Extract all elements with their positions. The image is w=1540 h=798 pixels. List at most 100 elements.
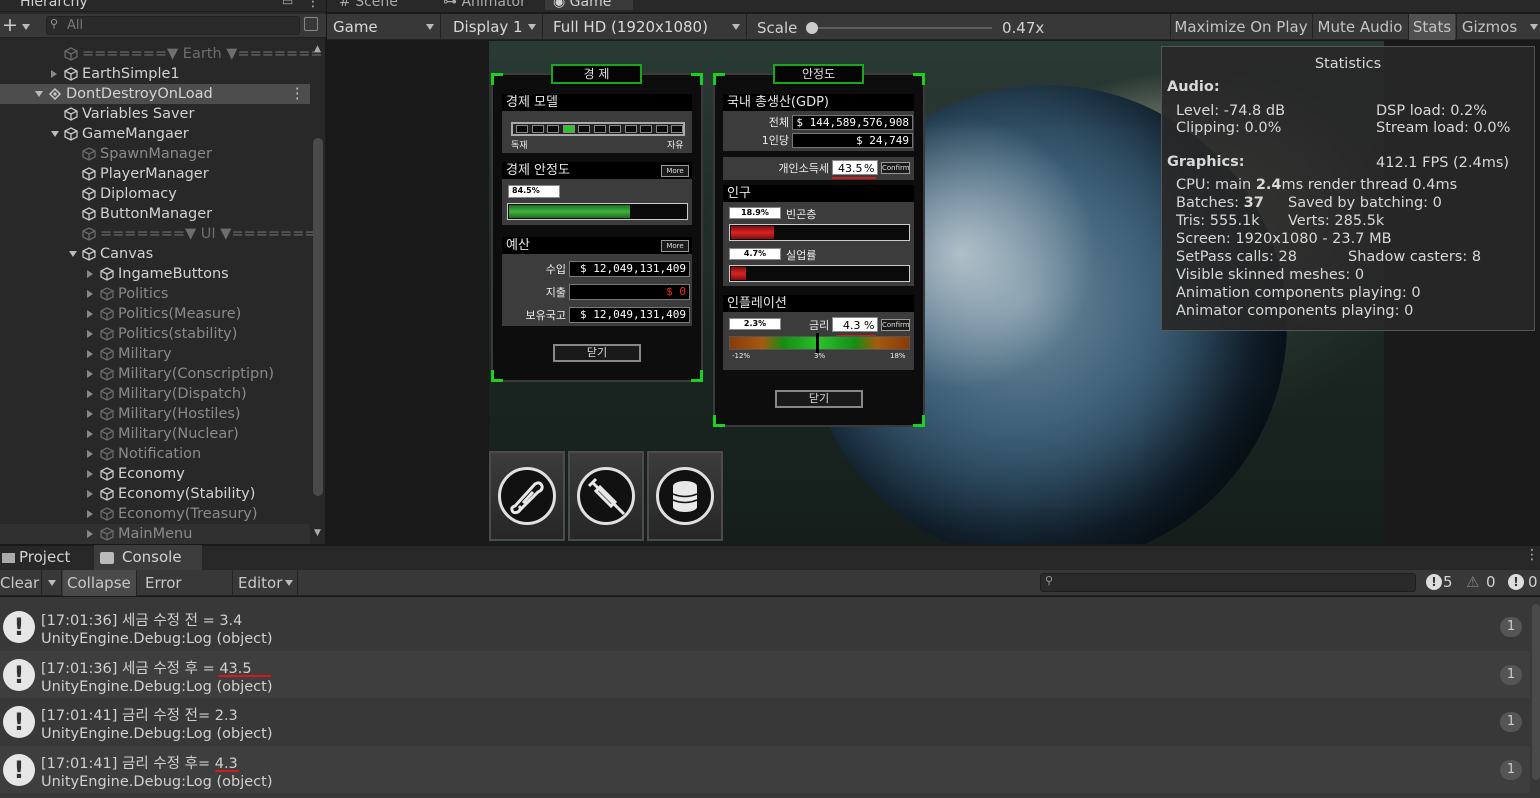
lock-icon[interactable]: ▭	[282, 0, 293, 8]
interest-confirm-button[interactable]: Confirm	[881, 319, 910, 331]
mute-audio-button[interactable]: Mute Audio	[1312, 14, 1407, 40]
model-slot[interactable]	[671, 125, 683, 133]
hierarchy-item[interactable]: Economy(Stability)	[0, 484, 310, 504]
hierarchy-item[interactable]: Politics(stability)	[0, 324, 310, 344]
expand-arrow-icon[interactable]	[87, 390, 93, 398]
model-slot[interactable]	[547, 125, 559, 133]
model-slot[interactable]	[593, 125, 606, 133]
hierarchy-item[interactable]: Variables Saver	[0, 104, 310, 124]
console-scrollbar[interactable]	[1532, 604, 1540, 780]
model-slot[interactable]	[516, 125, 528, 133]
expand-arrow-icon[interactable]	[87, 470, 93, 478]
hierarchy-item[interactable]: Military(Dispatch)	[0, 384, 310, 404]
stability-more-button[interactable]: More	[661, 165, 689, 177]
hierarchy-scrollbar[interactable]	[313, 138, 323, 496]
stats-button[interactable]: Stats	[1408, 14, 1455, 40]
display-select[interactable]: Display 1	[447, 14, 543, 40]
model-slot[interactable]	[531, 125, 544, 133]
hierarchy-search-input[interactable]: All	[46, 16, 300, 35]
animator-tab[interactable]: ⊶ Animator	[443, 0, 526, 10]
hierarchy-item[interactable]: Canvas	[0, 244, 310, 264]
item-menu-icon[interactable]: ⋮	[290, 84, 305, 104]
scale-slider-track[interactable]	[810, 27, 992, 29]
hierarchy-item[interactable]: Notification	[0, 444, 310, 464]
expand-arrow-icon[interactable]	[87, 370, 93, 378]
clear-button[interactable]: Clear	[0, 570, 42, 596]
hierarchy-item[interactable]: =======▼ Earth ▼=======	[0, 44, 323, 64]
expand-arrow-icon[interactable]	[87, 410, 93, 418]
hierarchy-item[interactable]: Economy	[0, 464, 310, 484]
interest-rate-input[interactable]: 4.3 %	[832, 317, 878, 332]
expand-arrow-icon[interactable]	[87, 270, 93, 278]
expand-arrow-icon[interactable]	[87, 290, 93, 298]
income-tax-confirm-button[interactable]: Confirm	[881, 162, 910, 174]
log-filter-toggle[interactable]: ! 5	[1424, 573, 1460, 593]
model-slot[interactable]	[640, 125, 652, 133]
console-menu-icon[interactable]: ⋮	[1525, 547, 1539, 563]
hierarchy-item[interactable]: Politics	[0, 284, 310, 304]
hierarchy-item[interactable]: Military(Conscriptipn)	[0, 364, 310, 384]
hierarchy-item[interactable]: MainMenu	[0, 524, 310, 544]
expand-arrow-icon[interactable]	[87, 530, 93, 538]
hierarchy-item[interactable]: Diplomacy	[0, 184, 310, 204]
politics-button[interactable]	[489, 451, 565, 541]
hierarchy-item[interactable]: Military(Hostiles)	[0, 404, 310, 424]
hierarchy-item[interactable]: SpawnManager	[0, 144, 310, 164]
expand-arrow-icon[interactable]	[87, 310, 93, 318]
hierarchy-item[interactable]: Military(Nuclear)	[0, 424, 310, 444]
model-slot[interactable]	[578, 125, 590, 133]
hierarchy-item[interactable]: DontDestroyOnLoad ⋮	[0, 84, 310, 104]
scene-tab[interactable]: # Scene	[339, 0, 398, 10]
scene-visibility-icon[interactable]	[304, 17, 318, 31]
hierarchy-item[interactable]: ButtonManager	[0, 204, 310, 224]
error-filter-toggle[interactable]: ! 0	[1506, 573, 1540, 593]
model-slot[interactable]	[655, 125, 668, 133]
hierarchy-item[interactable]: PlayerManager	[0, 164, 310, 184]
console-search-input[interactable]	[1040, 573, 1416, 592]
collapse-arrow-icon[interactable]	[69, 251, 77, 257]
stability-close-button[interactable]: 닫기	[775, 390, 863, 408]
hierarchy-item[interactable]: IngameButtons	[0, 264, 310, 284]
add-button[interactable]: +	[2, 14, 18, 36]
expand-arrow-icon[interactable]	[87, 510, 93, 518]
income-tax-input[interactable]: 43.5 %	[832, 160, 878, 175]
editor-dropdown[interactable]: Editor	[234, 570, 298, 596]
clear-dropdown[interactable]	[42, 570, 62, 596]
model-slot[interactable]	[562, 125, 575, 133]
scale-slider-thumb[interactable]	[806, 22, 818, 34]
hierarchy-item[interactable]: Military	[0, 344, 310, 364]
military-button[interactable]	[568, 451, 644, 541]
model-slot[interactable]	[624, 125, 637, 133]
error-pause-button[interactable]: Error Pause	[141, 570, 233, 618]
console-entry[interactable]: ! [17:01:36] 세금 수정 후 = 43.5 UnityEngine.De…	[0, 650, 1530, 698]
collapse-arrow-icon[interactable]	[35, 91, 43, 97]
hierarchy-item[interactable]: =======▼ UI ▼=======	[0, 224, 317, 244]
gizmos-dropdown-icon[interactable]	[1530, 24, 1538, 30]
game-tab[interactable]: ◉ Game	[545, 0, 634, 10]
project-tab[interactable]: Project	[0, 545, 88, 570]
collapse-button[interactable]: Collapse	[63, 570, 137, 596]
gizmos-button[interactable]: Gizmos	[1456, 14, 1522, 40]
economy-close-button[interactable]: 닫기	[553, 344, 641, 362]
maximize-on-play-button[interactable]: Maximize On Play	[1170, 14, 1311, 40]
console-entry[interactable]: ! [17:01:41] 금리 수정 전= 2.3 UnityEngine.Debu…	[0, 698, 1530, 745]
expand-arrow-icon[interactable]	[87, 450, 93, 458]
hierarchy-tab[interactable]: Hierarchy	[20, 0, 88, 10]
budget-more-button[interactable]: More	[661, 240, 689, 252]
expand-arrow-icon[interactable]	[87, 490, 93, 498]
collapse-arrow-icon[interactable]	[51, 131, 59, 137]
model-slot[interactable]	[609, 125, 621, 133]
resolution-select[interactable]: Full HD (1920x1080)	[547, 14, 747, 40]
warning-filter-toggle[interactable]: ⚠ 0	[1464, 573, 1500, 593]
economy-button[interactable]	[647, 451, 723, 541]
add-dropdown-icon[interactable]	[22, 24, 30, 30]
console-entry[interactable]: ! [17:01:41] 금리 수정 후= 4.3 UnityEngine.Debu…	[0, 745, 1530, 793]
hierarchy-item[interactable]: Economy(Treasury)	[0, 504, 310, 524]
expand-arrow-icon[interactable]	[51, 70, 57, 78]
expand-arrow-icon[interactable]	[87, 330, 93, 338]
console-tab[interactable]: Console	[94, 545, 202, 570]
economy-model-slider[interactable]	[511, 122, 685, 136]
game-view-select[interactable]: Game	[327, 14, 441, 40]
console-entry[interactable]: ! [17:01:36] 세금 수정 전 = 3.4 UnityEngine.Deb…	[0, 603, 1530, 650]
hierarchy-item[interactable]: GameMangaer	[0, 124, 310, 144]
